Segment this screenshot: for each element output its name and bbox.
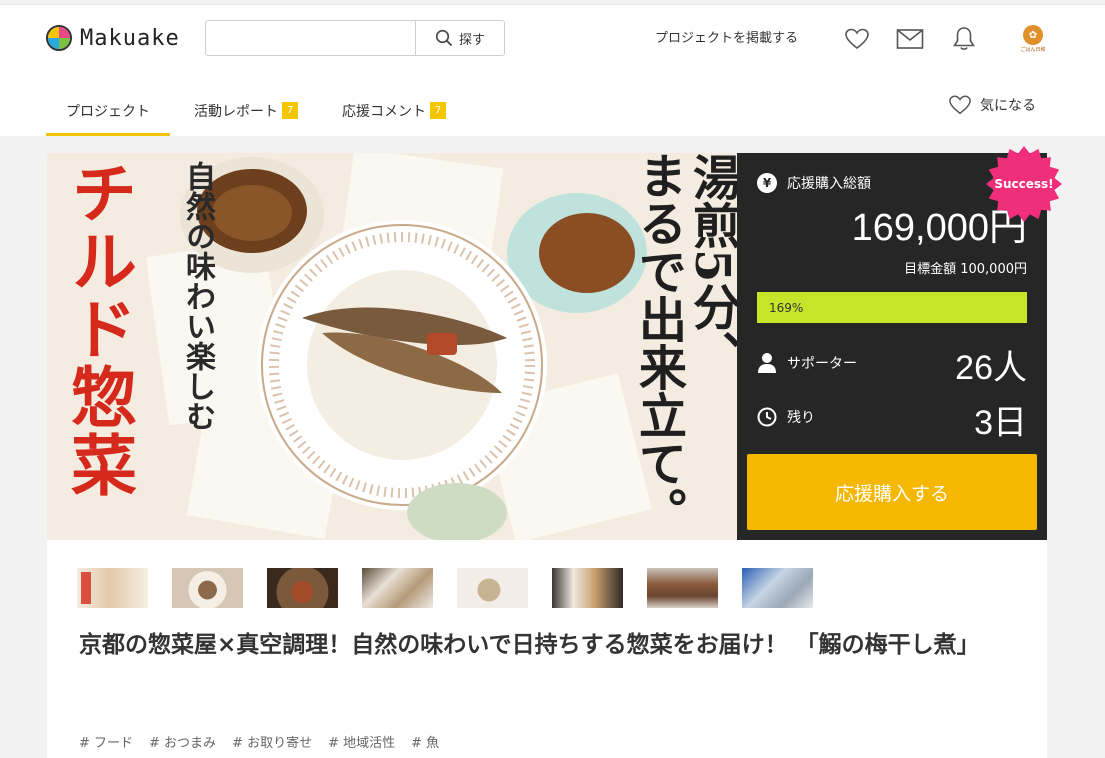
remaining-days: 3日	[974, 404, 1027, 442]
hero-image[interactable]: チルド惣菜 自然の味わい楽しむ 湯煎5分、 まるで出来立て。	[47, 153, 737, 540]
count-badge: 7	[430, 102, 446, 119]
mail-icon	[896, 29, 924, 49]
hero-copy-line-2: まるで出来立て。	[630, 153, 686, 535]
brand-logo[interactable]: Makuake	[46, 25, 180, 51]
support-purchase-button[interactable]: 応援購入する	[747, 454, 1037, 530]
heart-icon	[845, 28, 869, 50]
success-label: Success!	[994, 177, 1054, 191]
bell-icon	[953, 27, 975, 50]
supporters-row: サポーター	[757, 352, 857, 374]
heart-icon	[949, 95, 971, 115]
avatar-logo-icon: ✿	[1023, 25, 1043, 45]
tag-link[interactable]: # お取り寄せ	[232, 732, 312, 751]
favorites-button[interactable]	[843, 25, 871, 53]
tag-link[interactable]: # 地域活性	[328, 732, 395, 751]
search-button[interactable]: 探す	[415, 21, 504, 55]
notifications-button[interactable]	[950, 25, 978, 53]
progress-fill: 169%	[757, 292, 1027, 323]
brand-name: Makuake	[80, 25, 180, 51]
hero-subheadline: 自然の味わい楽しむ	[180, 161, 215, 431]
thumbnail-7[interactable]	[647, 568, 718, 608]
site-header: Makuake 探す プロジェクトを掲載する ✿ ごはん日和 プロジェクト 活動…	[0, 5, 1105, 136]
avatar-caption: ごはん日和	[1020, 47, 1046, 53]
progress-label: 169%	[769, 300, 804, 315]
thumbnail-3[interactable]	[267, 568, 338, 608]
tab-label: 応援コメント	[342, 103, 426, 120]
goal-amount: 目標金額 100,000円	[904, 262, 1027, 277]
tab-project[interactable]: プロジェクト	[46, 85, 170, 136]
watch-button[interactable]: 気になる	[948, 94, 1036, 116]
project-tabs: プロジェクト 活動レポート 7 応援コメント 7	[46, 85, 470, 136]
project-title: 京都の惣菜屋×真空調理！自然の味わいで日持ちする惣菜をお届け！ 「鰯の梅干し煮」	[79, 632, 980, 658]
remaining-row: 残り	[757, 407, 815, 427]
hero-headline: チルド惣菜	[60, 159, 138, 499]
tab-label: 活動レポート	[194, 103, 278, 120]
thumbnail-1[interactable]	[77, 568, 148, 608]
search-bar: 探す	[205, 20, 505, 56]
success-badge: Success!	[985, 145, 1063, 223]
clock-icon	[757, 407, 777, 427]
tab-support-comments[interactable]: 応援コメント 7	[322, 85, 466, 136]
total-label: 応援購入総額	[787, 176, 871, 192]
tab-activity-report[interactable]: 活動レポート 7	[174, 85, 318, 136]
thumbnail-6[interactable]	[552, 568, 623, 608]
supporters-label: サポーター	[787, 356, 857, 372]
yen-icon: ¥	[757, 173, 777, 193]
search-icon	[435, 29, 453, 47]
watch-label: 気になる	[980, 98, 1036, 114]
logo-mark-icon	[46, 25, 72, 51]
total-label-row: ¥ 応援購入総額	[757, 173, 871, 193]
thumbnail-strip	[77, 568, 813, 608]
project-summary: 京都の惣菜屋×真空調理！自然の味わいで日持ちする惣菜をお届け！ 「鰯の梅干し煮」…	[47, 540, 1047, 758]
messages-button[interactable]	[896, 25, 924, 53]
search-input[interactable]	[206, 21, 415, 55]
tag-list: # フード # おつまみ # お取り寄せ # 地域活性 # 魚	[79, 732, 439, 751]
tag-link[interactable]: # フード	[79, 732, 133, 751]
tag-link[interactable]: # 魚	[411, 732, 439, 751]
thumbnail-5[interactable]	[457, 568, 528, 608]
thumbnail-2[interactable]	[172, 568, 243, 608]
count-badge: 7	[282, 102, 298, 119]
post-project-link[interactable]: プロジェクトを掲載する	[655, 27, 798, 46]
thumbnail-8[interactable]	[742, 568, 813, 608]
progress-bar: 169%	[757, 292, 1027, 323]
tab-label: プロジェクト	[66, 103, 150, 120]
remaining-label: 残り	[787, 410, 815, 426]
user-avatar[interactable]: ✿ ごはん日和	[1019, 23, 1047, 55]
person-icon	[758, 353, 776, 373]
thumbnail-4[interactable]	[362, 568, 433, 608]
search-button-label: 探す	[458, 32, 485, 48]
tag-link[interactable]: # おつまみ	[149, 732, 216, 751]
supporters-count: 26人	[955, 349, 1027, 387]
